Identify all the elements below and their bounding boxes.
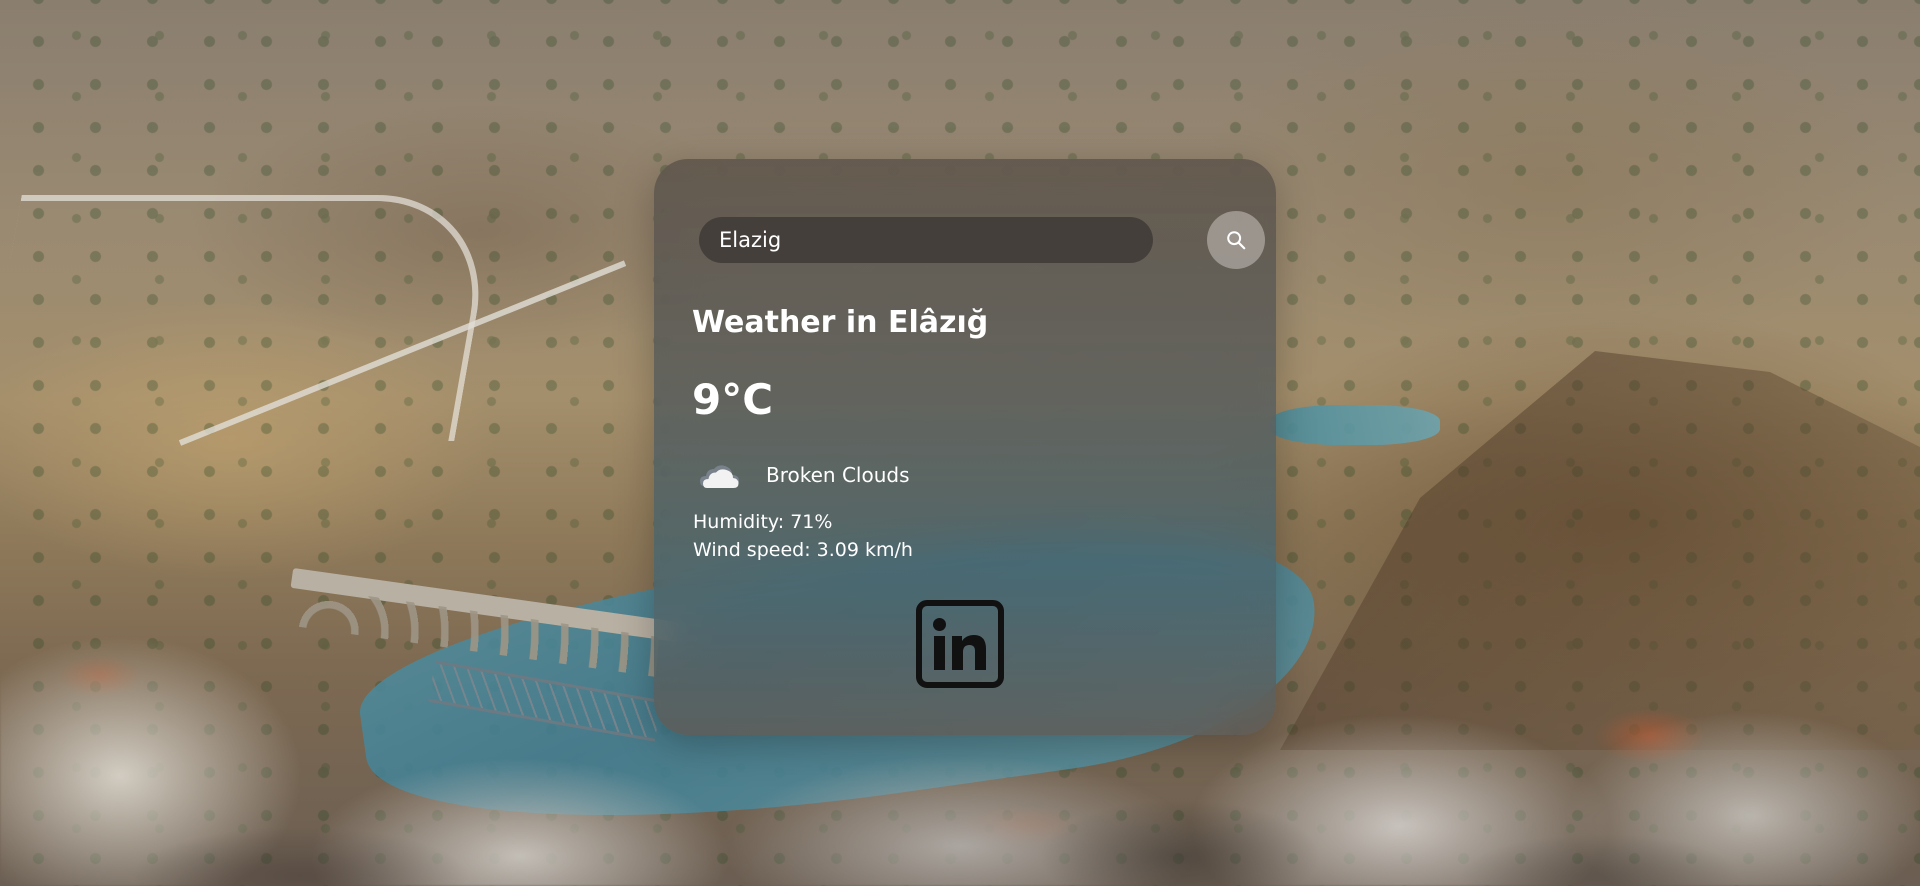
search-icon — [1227, 231, 1246, 250]
temperature-value: 9°C — [692, 375, 774, 424]
weather-card: Weather in Elâzığ 9°C Broken Clouds Humi… — [654, 159, 1276, 735]
background-river-distant — [1270, 405, 1440, 445]
search-bar — [699, 211, 1265, 269]
weather-city-title: Weather in Elâzığ — [692, 305, 989, 340]
weather-condition: Broken Clouds — [698, 455, 910, 495]
page-background: Weather in Elâzığ 9°C Broken Clouds Humi… — [0, 0, 1920, 886]
weather-description: Broken Clouds — [766, 463, 910, 487]
city-search-input[interactable] — [699, 217, 1153, 263]
background-road — [0, 195, 498, 441]
cloud-icon — [700, 465, 739, 488]
humidity-text: Humidity: 71% — [693, 511, 833, 533]
search-button[interactable] — [1207, 211, 1265, 269]
wind-speed-text: Wind speed: 3.09 km/h — [693, 539, 913, 561]
linkedin-icon — [916, 600, 1004, 688]
linkedin-link[interactable] — [916, 600, 1004, 688]
